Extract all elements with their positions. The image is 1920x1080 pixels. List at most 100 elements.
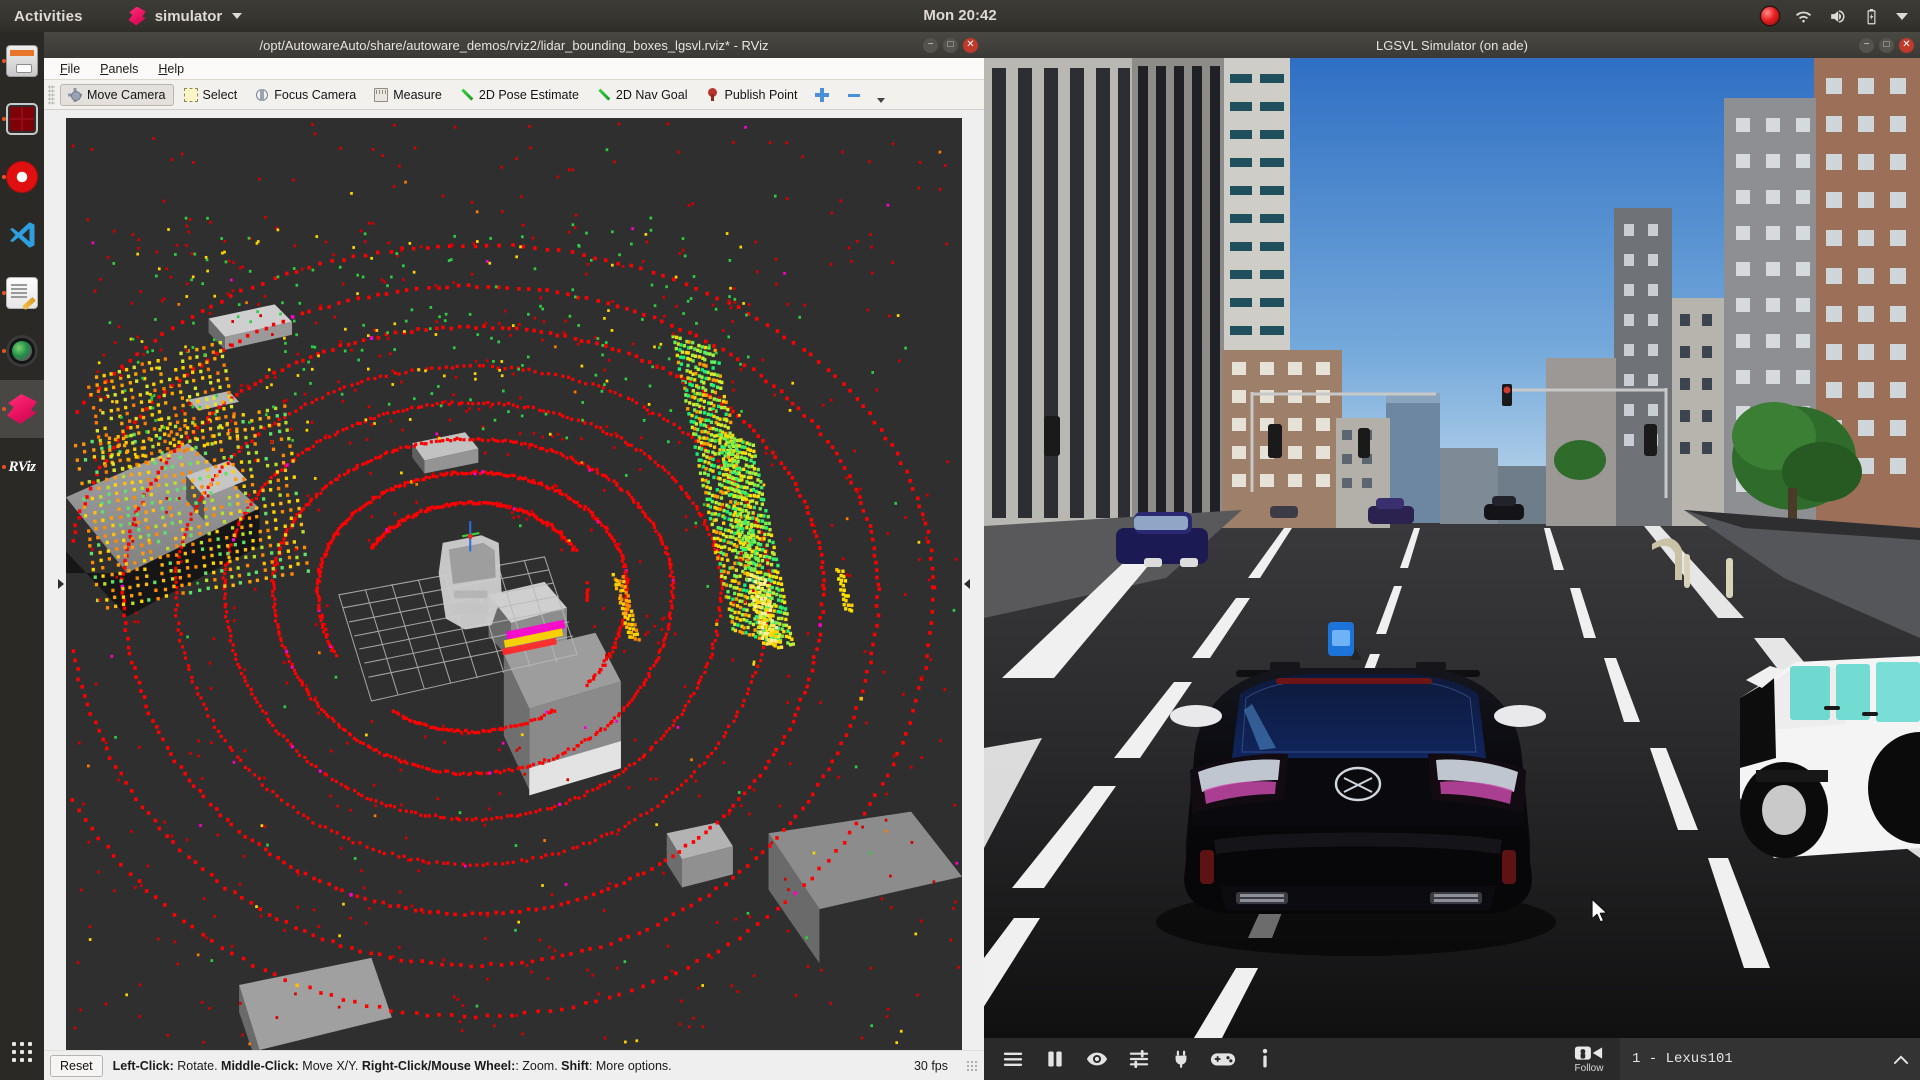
- side-mirror-right: [1494, 705, 1546, 727]
- close-button[interactable]: ✕: [1899, 37, 1914, 53]
- show-applications-button[interactable]: [0, 1042, 44, 1062]
- simulator-3d-view[interactable]: RX 450h: [984, 58, 1920, 1038]
- brake-light-strip: [1276, 678, 1432, 684]
- activities-button[interactable]: Activities: [14, 8, 83, 25]
- eye-icon: [1086, 1052, 1108, 1066]
- menu-file[interactable]: FFileile: [52, 60, 88, 78]
- ruler-icon: [374, 87, 389, 102]
- minimize-button[interactable]: −: [1859, 37, 1874, 53]
- tool-remove[interactable]: [839, 84, 869, 106]
- rviz-3d-view[interactable]: [66, 118, 962, 1050]
- tool-move-camera[interactable]: Move Camera: [60, 83, 174, 106]
- tool-add[interactable]: [807, 84, 837, 106]
- map-pin-icon: [705, 87, 719, 102]
- tool-label: Measure: [393, 87, 442, 102]
- record-indicator-icon[interactable]: [1761, 7, 1779, 25]
- dock-item-opera[interactable]: [0, 148, 44, 206]
- maximize-button[interactable]: □: [943, 37, 958, 53]
- tool-publish-point[interactable]: Publish Point: [697, 84, 805, 106]
- visualize-button[interactable]: [1076, 1038, 1118, 1080]
- dock-item-terminal[interactable]: [0, 90, 44, 148]
- battery-icon[interactable]: [1862, 7, 1881, 26]
- clock[interactable]: Mon 20:42: [923, 0, 996, 32]
- system-menu-caret-icon[interactable]: [1896, 12, 1908, 20]
- mouse-hints: Left-Click: Rotate. Middle-Click: Move X…: [113, 1059, 904, 1073]
- chevron-left-icon: [964, 579, 970, 589]
- tool-label: Focus Camera: [274, 87, 357, 102]
- toolbar-overflow-icon[interactable]: [877, 98, 886, 103]
- tool-label: Select: [202, 87, 238, 102]
- camera-follow-button[interactable]: Follow: [1558, 1038, 1620, 1080]
- tool-pose-estimate[interactable]: 2D Pose Estimate: [452, 84, 587, 106]
- pause-icon: [1048, 1051, 1062, 1067]
- simulator-icon: [6, 393, 38, 425]
- menu-panels[interactable]: Panels: [92, 60, 146, 78]
- dock-item-files[interactable]: [0, 32, 44, 90]
- hint-rightclick-val: : Zoom.: [515, 1058, 562, 1073]
- toolbar-grip[interactable]: [48, 84, 55, 105]
- hint-shift-key: Shift: [561, 1058, 589, 1073]
- terminal-icon: [6, 103, 38, 135]
- maximize-button[interactable]: □: [1879, 37, 1894, 53]
- rviz-menubar: FFileile Panels Help: [44, 58, 984, 80]
- files-icon: [6, 45, 38, 77]
- simulator-window: LGSVL Simulator (on ade) − □ ✕ Follow 1 …: [984, 32, 1920, 1080]
- minimize-button[interactable]: −: [923, 37, 938, 53]
- hint-shift-val: : More options.: [588, 1058, 672, 1073]
- simulator-logo-icon: [129, 7, 146, 26]
- dock-item-vscode[interactable]: [0, 206, 44, 264]
- arrow-icon: [594, 85, 614, 105]
- expand-left-panel-button[interactable]: [56, 118, 66, 1050]
- menu-button[interactable]: [992, 1038, 1034, 1080]
- window-resize-grip[interactable]: [966, 1059, 978, 1072]
- tool-label: Publish Point: [724, 87, 798, 102]
- move-camera-icon: [68, 87, 82, 102]
- volume-icon[interactable]: [1828, 7, 1847, 26]
- tool-select[interactable]: Select: [176, 84, 246, 106]
- vscode-icon: [6, 219, 38, 251]
- tool-focus-camera[interactable]: Focus Camera: [247, 84, 364, 106]
- tool-measure[interactable]: Measure: [366, 84, 450, 106]
- settings-button[interactable]: [1118, 1038, 1160, 1080]
- side-mirror-left: [1170, 705, 1222, 727]
- tool-label: 2D Nav Goal: [615, 87, 688, 102]
- dock-item-simulator[interactable]: [0, 380, 44, 438]
- plug-icon: [1175, 1050, 1187, 1068]
- pause-button[interactable]: [1034, 1038, 1076, 1080]
- focus-camera-icon: [255, 88, 269, 102]
- wifi-icon[interactable]: [1794, 7, 1813, 26]
- dock-item-rviz[interactable]: RViz: [0, 438, 44, 496]
- menu-help[interactable]: Help: [150, 60, 192, 78]
- hamburger-icon: [1003, 1052, 1023, 1066]
- reset-button[interactable]: Reset: [50, 1054, 103, 1077]
- simulator-window-controls: − □ ✕: [1859, 32, 1914, 58]
- info-button[interactable]: [1244, 1038, 1286, 1080]
- fps-counter: 30 fps: [913, 1058, 948, 1073]
- rviz-window: /opt/AutowareAuto/share/autoware_demos/r…: [44, 32, 984, 1080]
- gamepad-icon: [1210, 1053, 1236, 1066]
- simulator-scene: RX 450h: [984, 58, 1920, 1038]
- simulator-toolbar: Follow 1 - Lexus101: [984, 1038, 1920, 1080]
- system-tray: [1761, 0, 1908, 32]
- tool-nav-goal[interactable]: 2D Nav Goal: [589, 84, 696, 106]
- opera-icon: [6, 161, 38, 193]
- controls-button[interactable]: [1202, 1038, 1244, 1080]
- dock-item-camera[interactable]: [0, 322, 44, 380]
- expand-right-panel-button[interactable]: [962, 118, 972, 1050]
- camera-follow-icon: [1574, 1046, 1603, 1060]
- chevron-down-icon: [232, 13, 243, 19]
- vehicle-selector[interactable]: 1 - Lexus101: [1620, 1038, 1920, 1080]
- tool-label: Move Camera: [87, 87, 166, 102]
- rviz-view-area: [44, 110, 984, 1050]
- close-button[interactable]: ✕: [963, 37, 978, 53]
- plus-icon: [815, 87, 830, 102]
- rviz-titlebar[interactable]: /opt/AutowareAuto/share/autoware_demos/r…: [44, 32, 984, 58]
- info-icon: [1262, 1048, 1268, 1068]
- sliders-icon: [1129, 1050, 1149, 1068]
- app-indicator[interactable]: simulator: [129, 7, 243, 26]
- dock-item-text-editor[interactable]: [0, 264, 44, 322]
- simulator-titlebar[interactable]: LGSVL Simulator (on ade) − □ ✕: [984, 32, 1920, 58]
- hint-leftclick-key: Left-Click:: [112, 1058, 174, 1073]
- minus-icon: [847, 88, 861, 102]
- bridge-button[interactable]: [1160, 1038, 1202, 1080]
